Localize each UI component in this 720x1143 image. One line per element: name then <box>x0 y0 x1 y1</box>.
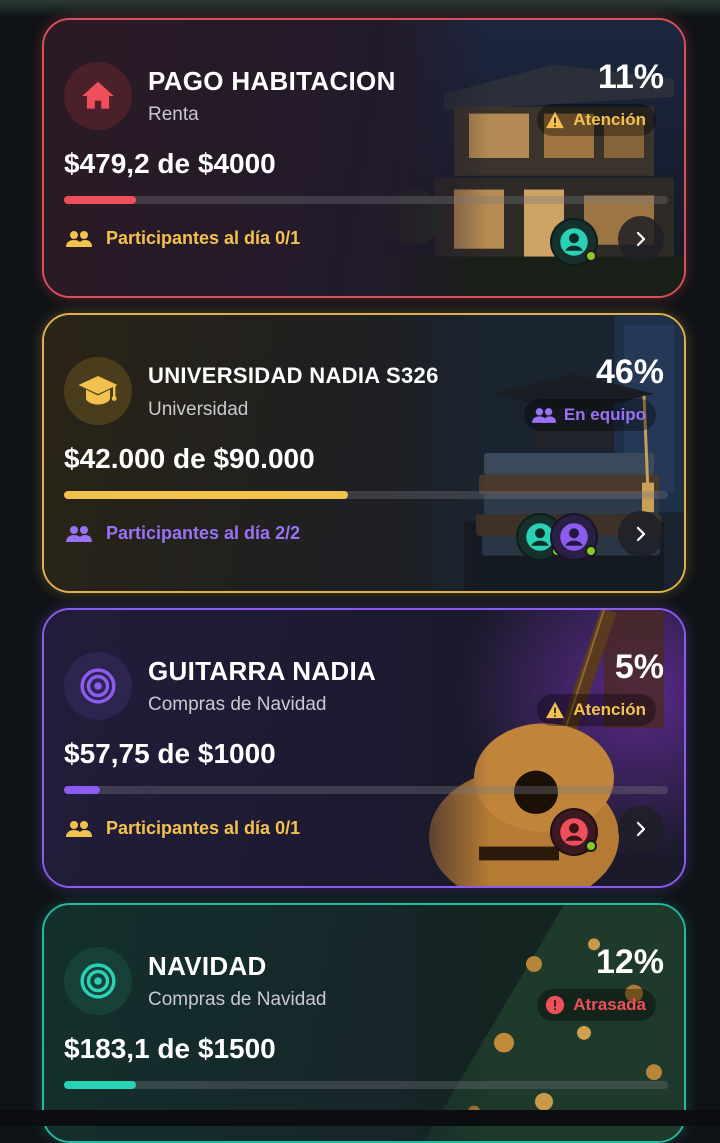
participants-status: Participantes al día 0/1 <box>66 228 300 249</box>
category-icon-badge <box>64 652 132 720</box>
participant-avatar[interactable] <box>550 513 598 561</box>
christmas-tree-photo <box>384 905 684 1141</box>
status-badge: En equipo <box>523 399 656 431</box>
online-dot <box>585 840 597 852</box>
goal-amount: $183,1 de $1500 <box>64 1033 276 1064</box>
participants-label: Participantes al día 2/2 <box>106 523 301 543</box>
goal-percent: 46% <box>595 353 664 391</box>
participants-label: Participantes al día 0/1 <box>106 818 301 838</box>
goal-amount: $57,75 de $1000 <box>64 738 276 769</box>
goal-amount: $479,2 de $4000 <box>64 148 276 179</box>
progress-bar <box>64 786 668 794</box>
progress-fill <box>64 1081 137 1089</box>
user-icon <box>560 228 588 256</box>
alert-icon <box>546 995 565 1015</box>
online-dot <box>585 250 597 262</box>
warning-icon <box>546 701 565 719</box>
goal-title: UNIVERSIDAD NADIA S326 <box>148 363 439 388</box>
goal-percent: 12% <box>595 943 664 981</box>
graduation-cap-icon <box>78 376 118 405</box>
goal-title: PAGO HABITACION <box>148 66 396 96</box>
goal-card-pago-habitacion[interactable]: PAGO HABITACION Renta 11% Atención $479,… <box>42 18 686 298</box>
people-icon <box>66 230 92 247</box>
participant-avatar[interactable] <box>550 218 598 266</box>
goal-card-navidad[interactable]: NAVIDAD Compras de Navidad 12% Atrasada … <box>42 903 686 1143</box>
open-goal-button[interactable] <box>618 511 664 557</box>
participants-status: Participantes al día 2/2 <box>66 523 300 544</box>
bottom-edge <box>0 1110 720 1126</box>
progress-bar <box>64 1081 668 1089</box>
status-label: Atención <box>573 110 646 129</box>
goal-category: Universidad <box>148 399 249 420</box>
goal-amount: $42.000 de $90.000 <box>64 443 315 474</box>
goal-title: NAVIDAD <box>148 951 267 981</box>
user-icon <box>560 523 588 551</box>
chevron-right-icon <box>636 526 646 542</box>
status-badge: Atención <box>537 694 656 726</box>
team-icon <box>531 407 556 423</box>
progress-bar <box>64 196 668 204</box>
house-icon <box>82 81 114 109</box>
warning-icon <box>546 111 565 129</box>
category-icon-badge <box>64 947 132 1015</box>
goal-category: Compras de Navidad <box>148 989 327 1010</box>
participants-status: Participantes al día 0/1 <box>66 818 300 839</box>
status-badge: Atención <box>537 104 656 136</box>
chevron-right-icon <box>636 821 646 837</box>
user-icon <box>560 818 588 846</box>
goal-title: GUITARRA NADIA <box>148 656 377 686</box>
people-icon <box>66 820 92 837</box>
top-edge <box>0 0 720 18</box>
goal-percent: 5% <box>614 648 664 686</box>
goal-card-universidad[interactable]: UNIVERSIDAD NADIA S326 Universidad 46% E… <box>42 313 686 593</box>
people-icon <box>66 525 92 542</box>
status-label: Atención <box>573 700 646 719</box>
target-icon <box>80 668 116 704</box>
status-label: En equipo <box>563 405 646 424</box>
open-goal-button[interactable] <box>618 806 664 852</box>
goal-percent: 11% <box>597 58 664 96</box>
target-icon <box>80 963 116 999</box>
online-dot <box>585 545 597 557</box>
progress-fill <box>64 491 348 499</box>
participant-avatar[interactable] <box>550 808 598 856</box>
progress-fill <box>64 196 137 204</box>
goal-card-guitarra-nadia[interactable]: GUITARRA NADIA Compras de Navidad 5% Ate… <box>42 608 686 888</box>
status-label: Atrasada <box>573 995 646 1014</box>
progress-bar <box>64 491 668 499</box>
open-goal-button[interactable] <box>618 216 664 262</box>
chevron-right-icon <box>636 231 646 247</box>
participants-label: Participantes al día 0/1 <box>106 228 301 248</box>
category-icon-badge <box>64 62 132 130</box>
status-badge: Atrasada <box>537 989 656 1021</box>
goal-category: Renta <box>148 104 199 125</box>
category-icon-badge <box>64 357 132 425</box>
goal-category: Compras de Navidad <box>148 694 327 715</box>
progress-fill <box>64 786 101 794</box>
